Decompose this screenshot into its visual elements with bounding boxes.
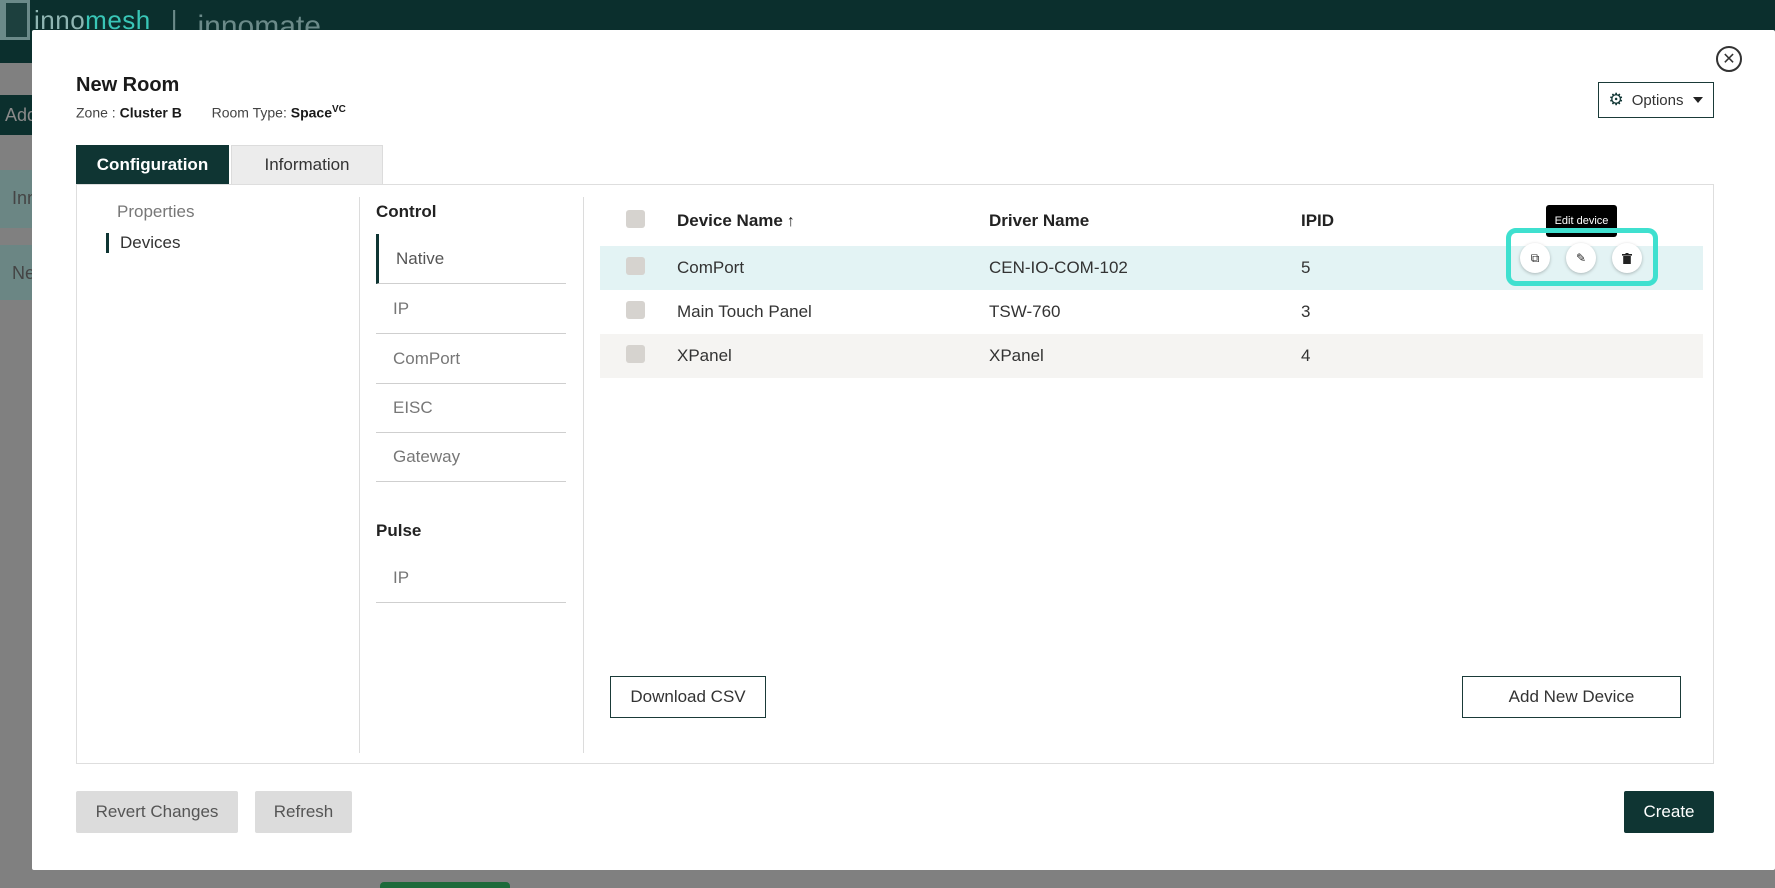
refresh-button[interactable]: Refresh — [255, 791, 352, 833]
room-meta: Zone : Cluster B Room Type: SpaceVC — [76, 104, 346, 121]
nav-item-devices[interactable]: Devices — [106, 233, 180, 253]
cell-device-name: ComPort — [677, 258, 745, 277]
cell-ipid: 3 — [1301, 302, 1311, 321]
configuration-panel: Properties Devices Control Native IP Com… — [76, 184, 1714, 764]
devices-table: Device Name ↑ Driver Name IPID ComPort CE… — [600, 185, 1703, 763]
category-item-native[interactable]: Native — [376, 234, 566, 284]
zone-label: Zone : — [76, 104, 116, 121]
category-item-pulse-ip[interactable]: IP — [376, 553, 566, 603]
cell-driver-name: XPanel — [989, 346, 1044, 365]
cell-ipid: 5 — [1301, 258, 1311, 277]
row-checkbox[interactable] — [626, 345, 645, 363]
category-header-control: Control — [376, 202, 437, 221]
app-bottom-tab — [380, 882, 510, 888]
room-type-value: Space — [290, 104, 332, 121]
create-button[interactable]: Create — [1624, 791, 1714, 833]
category-item-eisc[interactable]: EISC — [376, 383, 566, 433]
column-header-driver-name[interactable]: Driver Name — [989, 211, 1089, 231]
caret-down-icon — [1693, 97, 1704, 103]
row-checkbox[interactable] — [626, 301, 645, 319]
divider — [583, 197, 584, 753]
modal-title: New Room — [76, 74, 180, 96]
nav-item-properties[interactable]: Properties — [117, 202, 194, 222]
cell-driver-name: CEN-IO-COM-102 — [989, 258, 1128, 277]
gear-icon: ⚙ — [1608, 90, 1624, 109]
left-nav: Properties Devices — [77, 185, 359, 763]
category-header-pulse: Pulse — [376, 521, 422, 540]
download-csv-button[interactable]: Download CSV — [610, 676, 766, 718]
close-icon[interactable]: ✕ — [1716, 46, 1742, 72]
column-header-device-name[interactable]: Device Name ↑ — [677, 211, 795, 231]
room-type-label: Room Type: — [211, 104, 287, 121]
copy-icon[interactable]: ⧉ — [1520, 243, 1550, 273]
category-item-gateway[interactable]: Gateway — [376, 432, 566, 482]
cell-driver-name: TSW-760 — [989, 302, 1061, 321]
column-header-ipid[interactable]: IPID — [1301, 211, 1334, 231]
cell-device-name: XPanel — [677, 346, 732, 365]
table-row[interactable]: XPanel XPanel 4 — [600, 334, 1703, 378]
cell-device-name: Main Touch Panel — [677, 302, 812, 321]
sort-arrow-up-icon: ↑ — [786, 213, 795, 230]
table-row[interactable]: Main Touch Panel TSW-760 3 — [600, 290, 1703, 334]
zone-value: Cluster B — [119, 104, 182, 121]
add-new-device-button[interactable]: Add New Device — [1462, 676, 1681, 718]
select-all-checkbox[interactable] — [626, 210, 645, 228]
trash-icon[interactable] — [1612, 243, 1642, 273]
logo-mark-icon — [0, 0, 30, 40]
cell-ipid: 4 — [1301, 346, 1311, 365]
category-item-comport[interactable]: ComPort — [376, 334, 566, 384]
room-type-sup: VC — [331, 104, 346, 115]
tab-configuration[interactable]: Configuration — [76, 145, 229, 184]
tab-information[interactable]: Information — [231, 145, 383, 184]
pencil-icon[interactable]: ✎ — [1566, 243, 1596, 273]
revert-changes-button[interactable]: Revert Changes — [76, 791, 238, 833]
category-item-ip[interactable]: IP — [376, 284, 566, 334]
row-checkbox[interactable] — [626, 257, 645, 275]
row-action-group: ⧉ ✎ — [1506, 228, 1658, 286]
divider — [359, 197, 360, 753]
options-button[interactable]: ⚙ Options — [1598, 82, 1714, 118]
options-label: Options — [1631, 91, 1684, 109]
device-category-list: Control Native IP ComPort EISC Gateway P… — [376, 185, 566, 763]
